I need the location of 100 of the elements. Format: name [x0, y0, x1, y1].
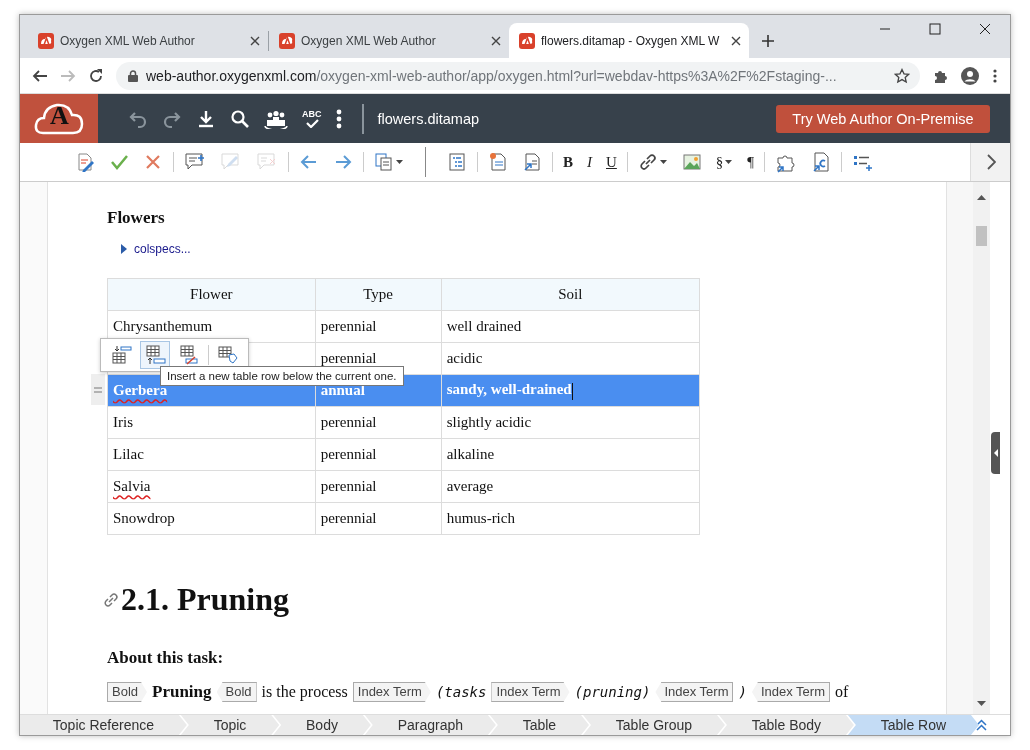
tag-marker[interactable]: Bold: [216, 682, 257, 702]
format-button[interactable]: I: [580, 147, 599, 177]
caret-icon: [396, 159, 404, 165]
breadcrumb-item[interactable]: Topic: [180, 715, 280, 735]
scroll-up-icon: [977, 195, 986, 200]
tag-marker[interactable]: Index Term: [491, 682, 570, 702]
outline-icon: [447, 152, 467, 172]
remove-comment-icon: [256, 152, 278, 172]
back-arrow-icon: [32, 67, 48, 84]
reload-icon: [88, 67, 104, 84]
table-cell: humus-rich: [441, 502, 700, 535]
tag-marker[interactable]: Bold: [107, 682, 148, 702]
format-button[interactable]: B: [556, 147, 580, 177]
close-icon: [731, 35, 741, 46]
try-on-premise-button[interactable]: Try Web Author On-Premise: [776, 104, 990, 133]
table-cell: Lilac: [107, 438, 316, 471]
profile-icon: [960, 65, 980, 86]
table-cell: perennial: [315, 310, 442, 343]
collapse-triangle-icon: [993, 449, 998, 457]
app-logo: A: [20, 94, 98, 143]
colspecs-link[interactable]: colspecs...: [134, 242, 191, 256]
format-button[interactable]: U: [599, 147, 624, 177]
maximize-icon: [929, 23, 941, 35]
section-title: Flowers: [107, 208, 166, 228]
collaboration-button[interactable]: [264, 108, 288, 129]
breadcrumb-item[interactable]: Table: [489, 715, 589, 735]
index-term-text: (pruning): [574, 684, 651, 700]
double-chevron-up-icon: [976, 719, 987, 731]
browser-tab[interactable]: Oxygen XML Web Author: [269, 23, 509, 58]
paragraph-text: is the process: [261, 683, 348, 701]
table-cell: perennial: [315, 406, 442, 439]
copy-icon: [374, 152, 394, 172]
star-icon: [894, 67, 910, 84]
column-header: Soil: [441, 278, 700, 311]
table-cell: well drained: [441, 310, 700, 343]
table-cell: Snowdrop: [107, 502, 316, 535]
app-favicon-icon: [279, 32, 295, 49]
scrollbar[interactable]: [973, 182, 990, 714]
download-button[interactable]: [196, 108, 216, 129]
table-cell: Iris: [107, 406, 316, 439]
check-icon: [304, 118, 319, 128]
topic-heading: 2.1. Pruning: [121, 581, 290, 618]
chevron-right-icon: [985, 154, 996, 170]
edit-comment-icon: [220, 152, 242, 172]
app-favicon-icon: [38, 32, 54, 49]
tag-marker[interactable]: Index Term: [751, 682, 830, 702]
table-cell: perennial: [315, 438, 442, 471]
more-icon: [335, 108, 342, 129]
toolbar-overflow-button[interactable]: [970, 143, 1010, 181]
column-header: Type: [315, 278, 442, 311]
index-term-text: (tasks: [435, 684, 487, 700]
row-drag-handle[interactable]: [91, 374, 105, 405]
insert-conref-icon: [811, 151, 832, 173]
breadcrumb-item[interactable]: Paragraph: [364, 715, 496, 735]
lock-icon: [128, 69, 138, 82]
breadcrumb-item[interactable]: Table Body: [718, 715, 854, 735]
side-panel-handle[interactable]: [991, 432, 1000, 474]
breadcrumb-item[interactable]: Body: [273, 715, 371, 735]
link-icon: [103, 591, 119, 608]
edit-review-icon: [75, 152, 95, 172]
address-bar[interactable]: web-author.oxygenxml.com/oxygen-xml-web-author/app/oxygen.html?url=webdav-https%3A%2F%2Fstaging-...: [116, 61, 920, 90]
scrollbar-thumb[interactable]: [976, 226, 987, 246]
new-document-icon: [488, 152, 508, 172]
delete-row-icon: [178, 344, 200, 366]
format-button[interactable]: ¶: [740, 147, 762, 177]
add-comment-icon: [184, 152, 206, 172]
browser-tab[interactable]: Oxygen XML Web Author: [28, 23, 268, 58]
caret-icon: [659, 159, 668, 165]
expand-triangle-icon: [121, 244, 127, 254]
forward-arrow-icon: [60, 67, 76, 84]
table-cell: perennial: [315, 470, 442, 503]
format-button[interactable]: §: [708, 147, 741, 177]
table-properties-icon: [217, 344, 239, 366]
table-cell: Salvia: [107, 470, 316, 503]
insert-row-above-icon: [110, 344, 132, 366]
column-header: Flower: [107, 278, 316, 311]
search-button[interactable]: [230, 108, 250, 129]
index-term-text: ): [738, 684, 747, 700]
table-cell: sandy, well-drained: [441, 374, 700, 407]
spellcheck-button[interactable]: ABC: [302, 109, 322, 128]
tag-marker[interactable]: Index Term: [352, 682, 431, 702]
breadcrumb-item[interactable]: Table Row: [847, 715, 979, 735]
browser-tab[interactable]: flowers.ditamap - Oxygen XML W: [509, 23, 749, 58]
task-label: About this task:: [107, 648, 225, 668]
caret-icon: [725, 159, 734, 165]
app-favicon-icon: [519, 32, 535, 49]
close-icon: [979, 23, 991, 35]
breadcrumb-item[interactable]: Topic Reference: [20, 715, 187, 735]
insert-document-icon: [522, 152, 542, 172]
tooltip: Insert a new table row below the current one.: [160, 366, 404, 386]
drag-lines-icon: [94, 386, 102, 393]
breadcrumb-item[interactable]: Table Group: [583, 715, 725, 735]
table-cell: alkaline: [441, 438, 700, 471]
more-button[interactable]: [335, 108, 342, 129]
people-icon: [264, 108, 288, 129]
tag-marker[interactable]: Index Term: [655, 682, 734, 702]
insert-row-below-icon: [144, 344, 166, 366]
close-icon: [250, 35, 260, 46]
paragraph-text: of: [835, 683, 849, 701]
table-action-button[interactable]: [140, 341, 170, 369]
